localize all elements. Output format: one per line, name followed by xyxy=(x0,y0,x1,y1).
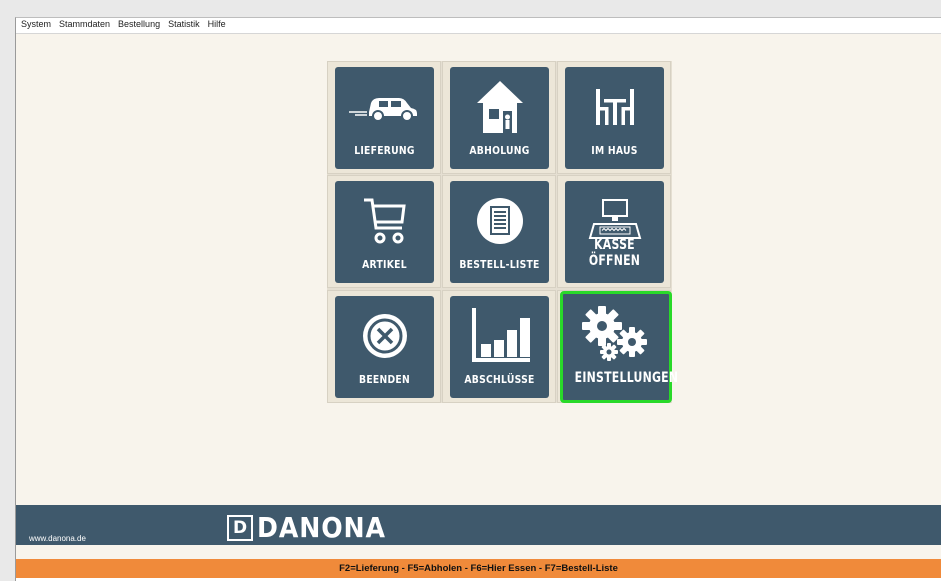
tile-abschluesse-cell: ABSCHLÜSSE xyxy=(442,290,556,403)
im-haus-button[interactable]: IM HAUS xyxy=(565,67,664,169)
menu-bestellung[interactable]: Bestellung xyxy=(114,18,164,33)
menu-hilfe[interactable]: Hilfe xyxy=(204,18,230,33)
tile-abholung-cell: ABHOLUNG xyxy=(442,61,556,174)
logo-mark: D xyxy=(227,514,253,541)
danona-logo: D DANONA xyxy=(227,511,400,544)
abschluesse-button[interactable]: ABSCHLÜSSE xyxy=(450,296,549,398)
website-url: www.danona.de xyxy=(29,534,86,543)
tile-lieferung-cell: LIEFERUNG xyxy=(327,61,441,174)
tile-label: LIEFERUNG xyxy=(354,145,415,157)
tile-label: ABSCHLÜSSE xyxy=(464,374,535,386)
tile-bestell-liste-cell: BESTELL-LISTE xyxy=(442,175,556,288)
close-circle-icon xyxy=(360,306,410,366)
einstellungen-button[interactable]: EINSTELLUNGEN xyxy=(560,291,679,403)
document-list-icon xyxy=(475,191,525,251)
car-icon xyxy=(347,77,423,137)
menu-stammdaten[interactable]: Stammdaten xyxy=(55,18,114,33)
tile-im-haus-cell: IM HAUS xyxy=(557,61,671,174)
artikel-button[interactable]: ARTIKEL xyxy=(335,181,434,283)
logo-letter: D xyxy=(232,517,248,538)
menu-system[interactable]: System xyxy=(16,18,55,33)
abholung-button[interactable]: ABHOLUNG xyxy=(450,67,549,169)
shortcut-bar: F2=Lieferung - F5=Abholen - F6=Hier Esse… xyxy=(16,559,941,578)
tile-label: KASSE ÖFFNEN xyxy=(588,237,641,269)
tile-kasse-cell: KASSE ÖFFNEN xyxy=(557,175,671,288)
beenden-button[interactable]: BEENDEN xyxy=(335,296,434,398)
kasse-oeffnen-button[interactable]: KASSE ÖFFNEN xyxy=(565,181,664,283)
gears-icon xyxy=(576,304,656,364)
bar-chart-icon xyxy=(468,306,532,366)
table-chairs-icon xyxy=(590,77,640,137)
lieferung-button[interactable]: LIEFERUNG xyxy=(335,67,434,169)
tile-label: ABHOLUNG xyxy=(469,145,530,157)
bestell-liste-button[interactable]: BESTELL-LISTE xyxy=(450,181,549,283)
footer-band xyxy=(16,505,941,545)
tile-label: EINSTELLUNGEN xyxy=(574,370,679,386)
tile-artikel-cell: ARTIKEL xyxy=(327,175,441,288)
shopping-cart-icon xyxy=(360,191,410,251)
logo-text: DANONA xyxy=(257,511,386,544)
tile-beenden-cell: BEENDEN xyxy=(327,290,441,403)
tile-label: BEENDEN xyxy=(359,374,410,386)
tile-label: BESTELL-LISTE xyxy=(459,259,540,271)
menu-bar: System Stammdaten Bestellung Statistik H… xyxy=(16,18,941,34)
house-pickup-icon xyxy=(475,77,525,137)
tile-label: ARTIKEL xyxy=(362,259,407,271)
menu-statistik[interactable]: Statistik xyxy=(164,18,204,33)
tile-label: IM HAUS xyxy=(591,145,638,157)
main-tile-grid: LIEFERUNG ABHOLUNG IM HAUS ARTIKEL BESTE… xyxy=(327,61,679,403)
tile-einstellungen-cell: EINSTELLUNGEN xyxy=(557,290,679,403)
app-window: System Stammdaten Bestellung Statistik H… xyxy=(15,17,941,581)
